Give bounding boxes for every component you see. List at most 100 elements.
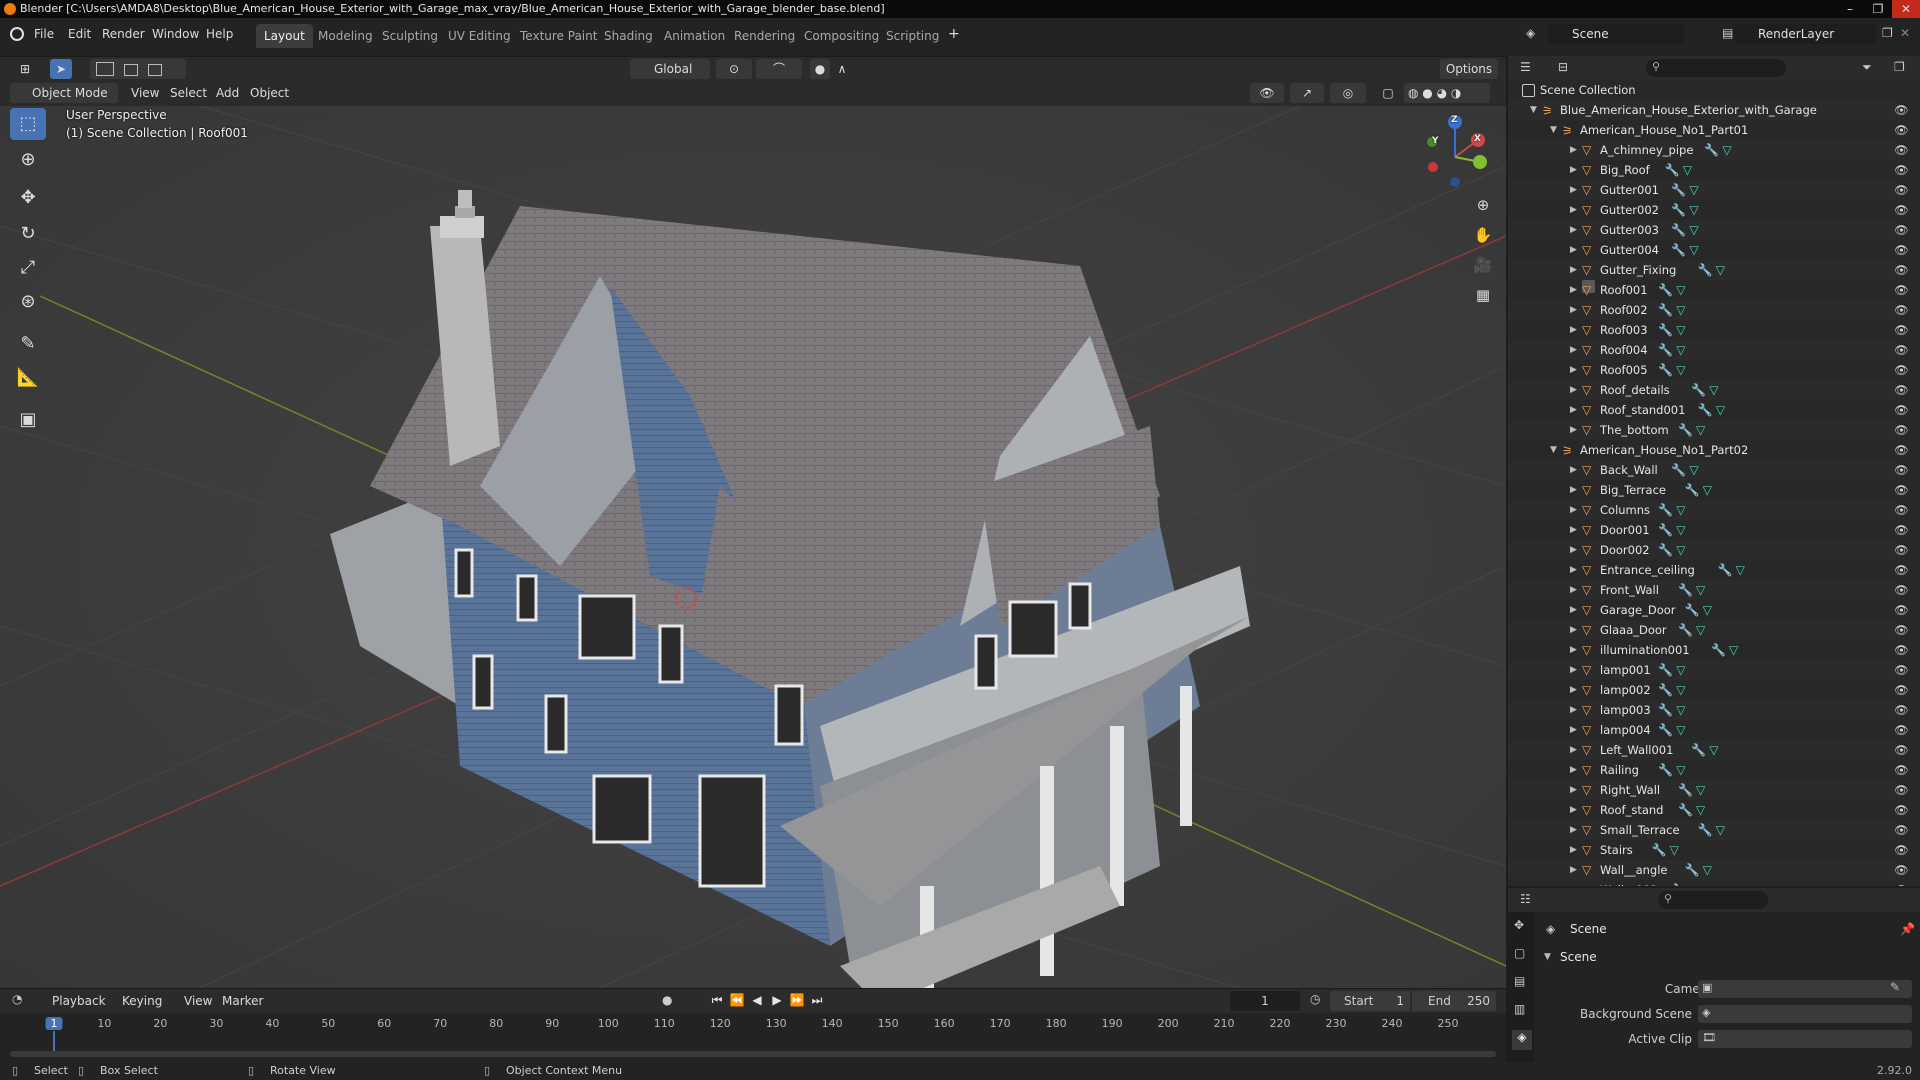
playhead[interactable]: [53, 1031, 55, 1051]
minimize-button[interactable]: –: [1836, 0, 1864, 18]
rotate-icon[interactable]: ↻: [10, 218, 46, 250]
visibility-eye-icon[interactable]: 👁: [1894, 240, 1909, 260]
outliner-group[interactable]: ▼ ⚞ American_House_No1_Part02 👁: [1508, 440, 1909, 460]
outliner-item[interactable]: ▶ ▽ lamp001 🔧 ▽ 👁: [1508, 660, 1909, 680]
visibility-eye-icon[interactable]: 👁: [1894, 300, 1909, 320]
modifier-icon[interactable]: 🔧: [1671, 880, 1686, 886]
modifier-icon[interactable]: 🔧: [1658, 500, 1673, 520]
mesh-data-icon[interactable]: ▽: [1676, 660, 1685, 680]
visibility-eye-icon[interactable]: 👁: [1894, 660, 1909, 680]
add-cube-icon[interactable]: ▣: [10, 404, 46, 436]
menu-window[interactable]: Window: [152, 24, 199, 44]
modifier-icon[interactable]: 🔧: [1685, 860, 1700, 880]
expand-right-icon[interactable]: ▶: [1570, 580, 1577, 600]
active-clip-field[interactable]: 🎞: [1698, 1030, 1912, 1048]
outliner-item[interactable]: ▶ ▽ Roof_stand 🔧 ▽ 👁: [1508, 800, 1909, 820]
outliner-item[interactable]: ▶ ▽ Roof003 🔧 ▽ 👁: [1508, 320, 1909, 340]
expand-down-icon[interactable]: ▼: [1550, 120, 1557, 140]
outliner-editor-icon[interactable]: ☰: [1520, 60, 1531, 74]
outliner-item[interactable]: ▶ ▽ Garage_Door 🔧 ▽ 👁: [1508, 600, 1909, 620]
outliner-item[interactable]: ▶ ▽ lamp004 🔧 ▽ 👁: [1508, 720, 1909, 740]
modifier-icon[interactable]: 🔧: [1698, 260, 1713, 280]
mesh-data-icon[interactable]: ▽: [1689, 200, 1698, 220]
renderlayer-remove-icon[interactable]: ✕: [1900, 26, 1910, 40]
modifier-icon[interactable]: 🔧: [1718, 560, 1733, 580]
render-tab-icon[interactable]: ▢: [1514, 946, 1525, 960]
expand-right-icon[interactable]: ▶: [1570, 680, 1577, 700]
timeline-scrollbar[interactable]: [10, 1051, 1496, 1057]
outliner-item[interactable]: ▶ ▽ Small_Terrace 🔧 ▽ 👁: [1508, 820, 1909, 840]
visibility-eye-icon[interactable]: 👁: [1894, 780, 1909, 800]
outliner-item[interactable]: ▶ ▽ Columns 🔧 ▽ 👁: [1508, 500, 1909, 520]
visibility-eye-icon[interactable]: 👁: [1894, 220, 1909, 240]
move-icon[interactable]: ✥: [10, 182, 46, 214]
mesh-data-icon[interactable]: ▽: [1703, 860, 1712, 880]
expand-right-icon[interactable]: ▶: [1570, 600, 1577, 620]
visibility-eye-icon[interactable]: 👁: [1894, 680, 1909, 700]
expand-right-icon[interactable]: ▶: [1570, 380, 1577, 400]
zoom-icon[interactable]: ⊕: [1470, 192, 1496, 218]
outliner-item[interactable]: ▶ ▽ Gutter004 🔧 ▽ 👁: [1508, 240, 1909, 260]
add-workspace-button[interactable]: +: [948, 24, 960, 44]
renderlayer-icon[interactable]: ▤: [1722, 26, 1733, 40]
mesh-data-icon[interactable]: ▽: [1716, 400, 1725, 420]
outliner-collection[interactable]: ▼ ⚞ Blue_American_House_Exterior_with_Gara…: [1508, 100, 1909, 120]
outliner-item[interactable]: ▶ ▽ Gutter003 🔧 ▽ 👁: [1508, 220, 1909, 240]
expand-right-icon[interactable]: ▶: [1570, 500, 1577, 520]
shading-mode-group[interactable]: ◍ ● ◕ ◑: [1404, 83, 1490, 103]
pivot-point-icon[interactable]: ⊙: [716, 59, 752, 79]
visibility-eye-icon[interactable]: 👁: [1894, 140, 1909, 160]
measure-icon[interactable]: 📐: [10, 362, 46, 394]
mesh-data-icon[interactable]: ▽: [1709, 380, 1718, 400]
expand-right-icon[interactable]: ▶: [1570, 820, 1577, 840]
mesh-data-icon[interactable]: ▽: [1729, 640, 1738, 660]
mesh-data-icon[interactable]: ▽: [1716, 820, 1725, 840]
display-mode-icon[interactable]: ⊟: [1558, 60, 1568, 74]
visibility-eye-icon[interactable]: 👁: [1894, 700, 1909, 720]
new-collection-icon[interactable]: ❐: [1894, 60, 1905, 74]
modifier-icon[interactable]: 🔧: [1704, 140, 1719, 160]
expand-right-icon[interactable]: ▶: [1570, 800, 1577, 820]
modifier-icon[interactable]: 🔧: [1658, 320, 1673, 340]
mesh-data-icon[interactable]: ▽: [1689, 240, 1698, 260]
mesh-data-icon[interactable]: ▽: [1676, 720, 1685, 740]
modifier-icon[interactable]: 🔧: [1652, 840, 1667, 860]
modifier-icon[interactable]: 🔧: [1658, 340, 1673, 360]
outliner-item[interactable]: ▶ ▽ The_bottom 🔧 ▽ 👁: [1508, 420, 1909, 440]
visibility-eye-icon[interactable]: 👁: [1894, 820, 1909, 840]
mesh-data-icon[interactable]: ▽: [1676, 680, 1685, 700]
visibility-eye-icon[interactable]: 👁: [1894, 420, 1909, 440]
renderlayer-new-icon[interactable]: ❐: [1882, 26, 1893, 40]
transform-icon[interactable]: ⊛: [10, 286, 46, 318]
scene-icon[interactable]: ◈: [1526, 26, 1535, 40]
visibility-eye-icon[interactable]: 👁: [1894, 340, 1909, 360]
expand-right-icon[interactable]: ▶: [1570, 220, 1577, 240]
mesh-data-icon[interactable]: ▽: [1696, 580, 1705, 600]
scene-section-header[interactable]: Scene: [1560, 950, 1597, 964]
renderlayer-field[interactable]: RenderLayer: [1734, 24, 1876, 44]
expand-right-icon[interactable]: ▶: [1570, 480, 1577, 500]
outliner-item[interactable]: ▶ ▽ Roof004 🔧 ▽ 👁: [1508, 340, 1909, 360]
expand-right-icon[interactable]: ▶: [1570, 560, 1577, 580]
modifier-icon[interactable]: 🔧: [1691, 380, 1706, 400]
modifier-icon[interactable]: 🔧: [1658, 720, 1673, 740]
mesh-data-icon[interactable]: ▽: [1696, 420, 1705, 440]
modifier-icon[interactable]: 🔧: [1698, 820, 1713, 840]
pan-hand-icon[interactable]: ✋: [1470, 222, 1496, 248]
mesh-data-icon[interactable]: ▽: [1676, 320, 1685, 340]
mesh-data-icon[interactable]: ▽: [1703, 480, 1712, 500]
modifier-icon[interactable]: 🔧: [1658, 660, 1673, 680]
outliner-item[interactable]: ▶ ▽ Front_Wall 🔧 ▽ 👁: [1508, 580, 1909, 600]
menu-file[interactable]: File: [34, 24, 54, 44]
expand-right-icon[interactable]: ▶: [1570, 320, 1577, 340]
expand-right-icon[interactable]: ▶: [1570, 760, 1577, 780]
mesh-data-icon[interactable]: ▽: [1689, 880, 1698, 886]
visibility-eye-icon[interactable]: 👁: [1894, 260, 1909, 280]
modifier-icon[interactable]: 🔧: [1685, 600, 1700, 620]
expand-right-icon[interactable]: ▶: [1570, 340, 1577, 360]
mesh-data-icon[interactable]: ▽: [1676, 760, 1685, 780]
tab-sculpting[interactable]: Sculpting: [374, 24, 446, 48]
modifier-icon[interactable]: 🔧: [1658, 700, 1673, 720]
properties-search-input[interactable]: ⚲: [1658, 891, 1768, 909]
expand-right-icon[interactable]: ▶: [1570, 180, 1577, 200]
